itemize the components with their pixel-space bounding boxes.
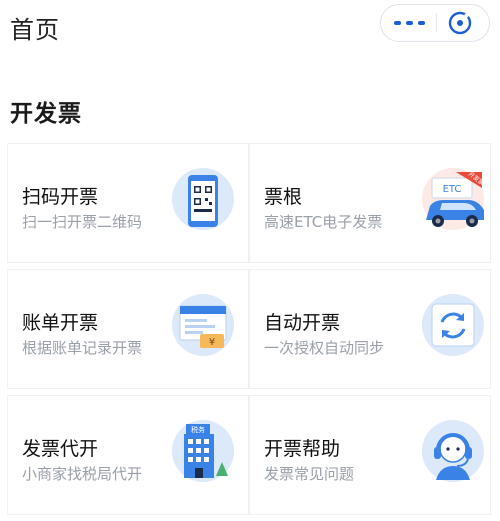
card-subtitle: 发票常见问题	[264, 465, 355, 483]
card-auto-invoice[interactable]: 自动开票 一次授权自动同步	[250, 270, 490, 388]
etc-car-icon: ETC 开发票	[420, 166, 486, 232]
more-options-button[interactable]	[381, 5, 437, 41]
more-dot-icon	[393, 21, 401, 25]
card-ticket-stub[interactable]: 票根 高速ETC电子发票 ETC 开发票	[250, 144, 490, 262]
card-subtitle: 小商家找税局代开	[22, 465, 143, 483]
card-subtitle: 根据账单记录开票	[22, 339, 143, 357]
close-target-icon	[448, 11, 472, 35]
close-mini-program-button[interactable]	[447, 10, 473, 36]
card-title: 发票代开	[22, 438, 99, 460]
card-subtitle: 高速ETC电子发票	[264, 213, 383, 231]
card-title: 开票帮助	[264, 438, 341, 460]
tax-sign-label: 税务	[191, 425, 205, 434]
card-subtitle: 一次授权自动同步	[264, 339, 385, 357]
header-bar: 首页	[0, 0, 500, 62]
bill-icon: ¥	[170, 292, 236, 358]
capsule-divider	[436, 14, 437, 32]
card-title: 票根	[264, 186, 303, 208]
card-title: 扫码开票	[22, 186, 99, 208]
card-scan-invoice[interactable]: 扫码开票 扫一扫开票二维码	[8, 144, 248, 262]
more-dot-icon	[417, 21, 425, 25]
card-subtitle: 扫一扫开票二维码	[22, 213, 143, 231]
invoice-section: 开发票 扫码开票 扫一扫开票二维码 票根 高速ETC电子发票 ETC 开发票 账…	[0, 62, 500, 521]
qr-phone-icon	[170, 166, 236, 232]
card-invoice-help[interactable]: 开票帮助 发票常见问题	[250, 396, 490, 514]
tax-office-icon: 税务	[170, 418, 236, 484]
section-title: 开发票	[10, 101, 82, 127]
card-proxy-invoice[interactable]: 发票代开 小商家找税局代开 税务	[8, 396, 248, 514]
more-dot-icon	[405, 21, 413, 25]
etc-label: ETC	[443, 184, 462, 195]
customer-service-icon	[420, 418, 486, 484]
yuan-label: ¥	[209, 337, 215, 348]
auto-sync-icon	[420, 292, 486, 358]
invoice-grid: 扫码开票 扫一扫开票二维码 票根 高速ETC电子发票 ETC 开发票 账单开票 …	[8, 144, 500, 521]
page-title: 首页	[10, 16, 60, 44]
card-title: 账单开票	[22, 312, 99, 334]
card-title: 自动开票	[264, 312, 341, 334]
mini-program-capsule	[380, 4, 490, 42]
card-bill-invoice[interactable]: 账单开票 根据账单记录开票 ¥	[8, 270, 248, 388]
